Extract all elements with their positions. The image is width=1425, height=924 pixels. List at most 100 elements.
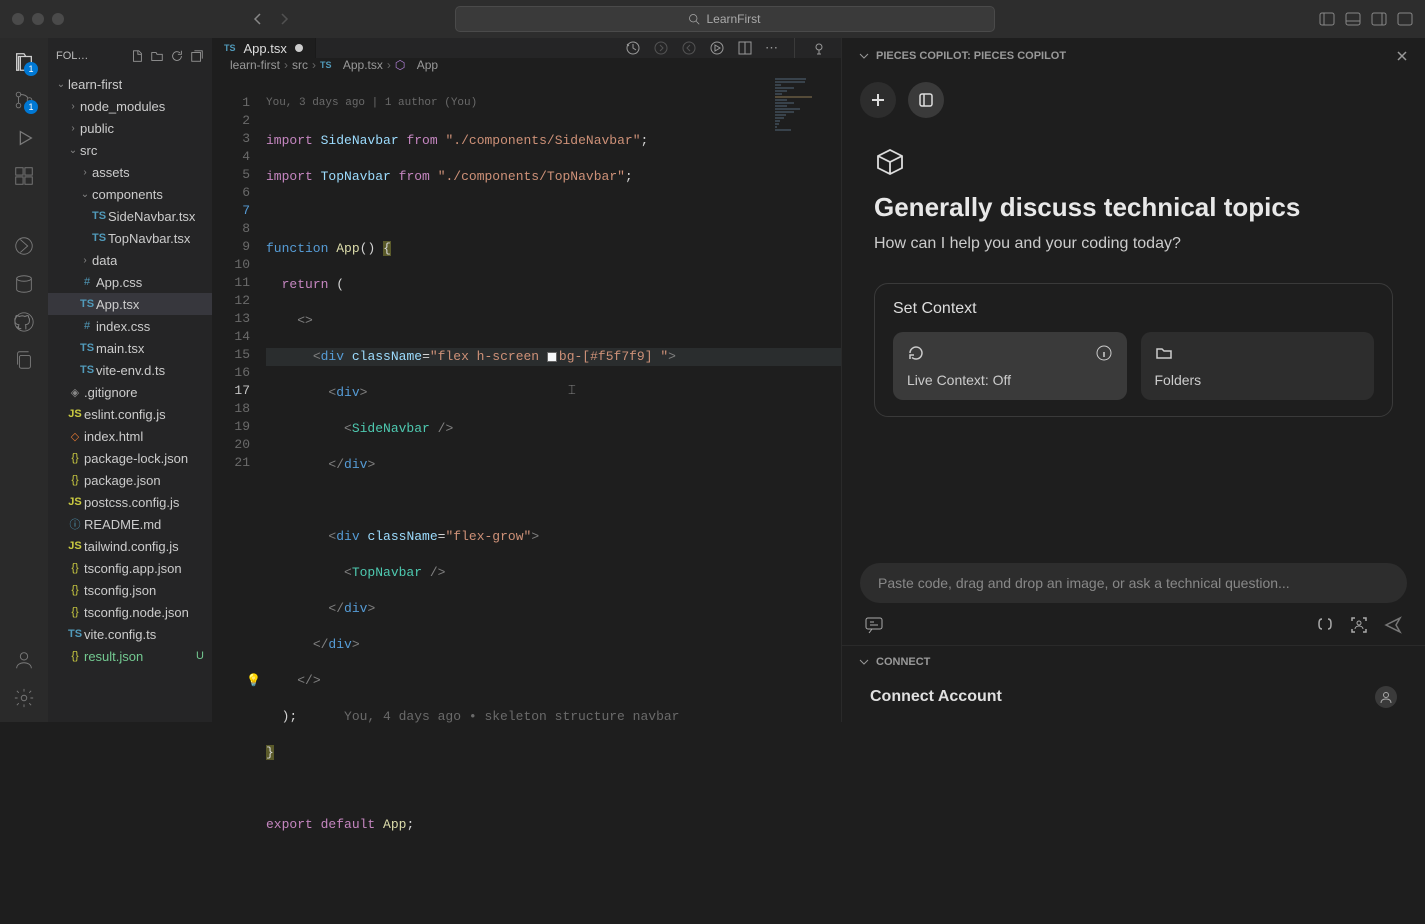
diff-prev-icon[interactable] <box>653 40 669 56</box>
pieces-panel: PIECES COPILOT: PIECES COPILOT Generally… <box>841 38 1425 722</box>
diff-next-icon[interactable] <box>681 40 697 56</box>
code-editor[interactable]: 123456789101112131415161718192021 You, 3… <box>212 72 841 924</box>
command-center[interactable]: LearnFirst <box>455 6 995 32</box>
file-tsc[interactable]: {}tsconfig.json <box>48 579 212 601</box>
folder-data[interactable]: ›data <box>48 249 212 271</box>
file-readme[interactable]: ⓘREADME.md <box>48 513 212 535</box>
search-icon <box>688 13 700 25</box>
back-icon[interactable] <box>250 11 266 27</box>
layout-icon[interactable] <box>1397 11 1413 27</box>
nav-arrows <box>250 11 292 27</box>
close-panel-icon[interactable] <box>1395 49 1409 63</box>
file-eslint[interactable]: JSeslint.config.js <box>48 403 212 425</box>
file-topnavbar[interactable]: TSTopNavbar.tsx <box>48 227 212 249</box>
activity-bar: 1 1 <box>0 38 48 722</box>
new-file-icon[interactable] <box>130 49 144 63</box>
context-folders-label: Folders <box>1155 372 1361 388</box>
panel-bottom-icon[interactable] <box>1345 11 1361 27</box>
extensions-icon[interactable] <box>8 160 40 192</box>
github-icon[interactable] <box>8 306 40 338</box>
file-main-tsx[interactable]: TSmain.tsx <box>48 337 212 359</box>
chevron-down-icon <box>858 656 870 668</box>
pieces-body: Generally discuss technical topics How c… <box>842 136 1425 549</box>
panel-left-icon[interactable] <box>1319 11 1335 27</box>
breadcrumb[interactable]: learn-first› src› TS App.tsx› ⬡ App <box>212 58 841 72</box>
dirty-indicator-icon <box>295 44 303 52</box>
symbol-icon: ⬡ <box>395 58 405 72</box>
file-vite-config[interactable]: TSvite.config.ts <box>48 623 212 645</box>
code-brackets-icon[interactable] <box>1315 615 1335 635</box>
connect-account-row[interactable]: Connect Account <box>842 678 1425 722</box>
forward-icon[interactable] <box>276 11 292 27</box>
folder-components[interactable]: ⌄components <box>48 183 212 205</box>
collapse-all-icon[interactable] <box>190 49 204 63</box>
context-box: Set Context Live Context: Off <box>874 283 1393 417</box>
editor-group: TS App.tsx ⋯ learn-first› src› TS App.ts… <box>212 38 841 722</box>
run-icon[interactable] <box>709 40 725 56</box>
connect-section-header[interactable]: CONNECT <box>842 645 1425 678</box>
editor-tabs: TS App.tsx ⋯ <box>212 38 841 58</box>
code-content[interactable]: You, 3 days ago | 1 author (You) import … <box>266 72 841 924</box>
chat-input[interactable]: Paste code, drag and drop an image, or a… <box>860 563 1407 603</box>
file-index-html[interactable]: ◇index.html <box>48 425 212 447</box>
panel-layout-button[interactable] <box>908 82 944 118</box>
history-icon[interactable] <box>625 40 641 56</box>
file-tsc-node[interactable]: {}tsconfig.node.json <box>48 601 212 623</box>
send-icon[interactable] <box>1383 615 1403 635</box>
info-icon <box>1095 344 1113 362</box>
refresh-icon[interactable] <box>170 49 184 63</box>
pieces-activity-icon[interactable] <box>8 230 40 262</box>
refresh-icon <box>907 344 925 362</box>
ts-icon: TS <box>224 43 236 53</box>
context-folders-card[interactable]: Folders <box>1141 332 1375 400</box>
scan-icon[interactable] <box>1349 615 1369 635</box>
folder-icon <box>1155 344 1173 362</box>
folder-root[interactable]: ⌄learn-first <box>48 73 212 95</box>
folder-assets[interactable]: ›assets <box>48 161 212 183</box>
file-sidenavbar[interactable]: TSSideNavbar.tsx <box>48 205 212 227</box>
scm-icon[interactable]: 1 <box>8 84 40 116</box>
file-pkg-lock[interactable]: {}package-lock.json <box>48 447 212 469</box>
account-icon[interactable] <box>8 644 40 676</box>
command-center-title: LearnFirst <box>706 12 760 26</box>
file-app-css[interactable]: #App.css <box>48 271 212 293</box>
file-index-css[interactable]: #index.css <box>48 315 212 337</box>
lightbulb-icon[interactable]: 💡 <box>246 672 261 690</box>
close-window[interactable] <box>12 13 24 25</box>
context-live-card[interactable]: Live Context: Off <box>893 332 1127 400</box>
color-swatch-icon <box>547 352 557 362</box>
pieces-tab-icon[interactable] <box>811 40 827 56</box>
minimap[interactable] <box>771 72 841 924</box>
explorer-badge: 1 <box>24 62 38 76</box>
folder-node-modules[interactable]: ›node_modules <box>48 95 212 117</box>
file-app-tsx[interactable]: TSApp.tsx <box>48 293 212 315</box>
folder-public[interactable]: ›public <box>48 117 212 139</box>
file-tsc-app[interactable]: {}tsconfig.app.json <box>48 557 212 579</box>
chevron-down-icon[interactable] <box>858 50 870 62</box>
explorer-icon[interactable]: 1 <box>8 46 40 78</box>
file-vite-env[interactable]: TSvite-env.d.ts <box>48 359 212 381</box>
copy-icon[interactable] <box>8 344 40 376</box>
file-result[interactable]: {}result.jsonU <box>48 645 212 667</box>
new-folder-icon[interactable] <box>150 49 164 63</box>
file-tailwind[interactable]: JStailwind.config.js <box>48 535 212 557</box>
new-chat-button[interactable] <box>860 82 896 118</box>
file-postcss[interactable]: JSpostcss.config.js <box>48 491 212 513</box>
minimize-window[interactable] <box>32 13 44 25</box>
file-pkg[interactable]: {}package.json <box>48 469 212 491</box>
pieces-panel-header: PIECES COPILOT: PIECES COPILOT <box>842 38 1425 74</box>
panel-right-icon[interactable] <box>1371 11 1387 27</box>
more-icon[interactable]: ⋯ <box>765 40 778 56</box>
tab-app-tsx[interactable]: TS App.tsx <box>212 38 316 58</box>
debug-icon[interactable] <box>8 122 40 154</box>
layout-controls <box>1319 11 1413 27</box>
chat-icon[interactable] <box>864 615 884 635</box>
file-gitignore[interactable]: ◈.gitignore <box>48 381 212 403</box>
settings-icon[interactable] <box>8 682 40 714</box>
maximize-window[interactable] <box>52 13 64 25</box>
database-icon[interactable] <box>8 268 40 300</box>
split-icon[interactable] <box>737 40 753 56</box>
folder-src[interactable]: ⌄src <box>48 139 212 161</box>
context-live-label: Live Context: Off <box>907 372 1113 388</box>
pieces-logo-icon <box>874 146 1393 178</box>
